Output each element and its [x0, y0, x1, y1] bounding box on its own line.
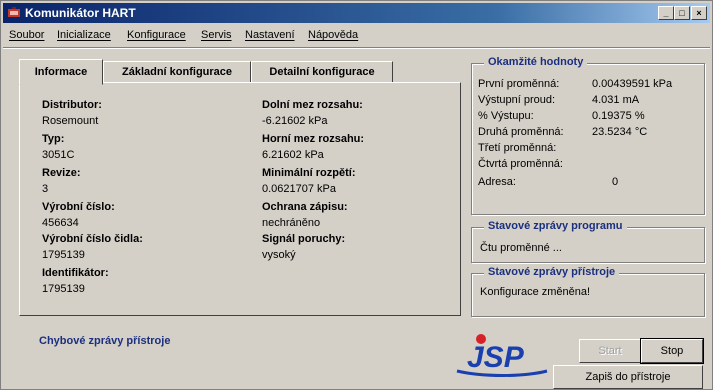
menu-soubor[interactable]: Soubor: [9, 25, 44, 45]
revize-label: Revize:: [42, 167, 81, 179]
main-window: Komunikátor HART _ □ × Soubor Inicializa…: [0, 0, 713, 390]
info-panel: Distributor: Rosemount Typ: 3051C Revize…: [19, 82, 461, 316]
okamzite-hodnoty-title: Okamžité hodnoty: [484, 56, 588, 68]
typ-label: Typ:: [42, 133, 65, 145]
identifikator-value: 1795139: [42, 283, 85, 295]
dolni-mez-label: Dolní mez rozsahu:: [262, 99, 363, 111]
menu-servis[interactable]: Servis: [201, 25, 232, 45]
stavove-zpravy-pristroje-text: Konfigurace změněna!: [480, 286, 591, 298]
stavove-zpravy-programu-title: Stavové zprávy programu: [484, 220, 627, 232]
treti-promenna-label: Třetí proměnná:: [478, 142, 557, 154]
prvni-promenna-value: 0.00439591 kPa: [592, 78, 673, 90]
signal-poruchy-value: vysoký: [262, 249, 296, 261]
dolni-mez-value: -6.21602 kPa: [262, 115, 328, 127]
stavove-zpravy-pristroje-title: Stavové zprávy přístroje: [484, 266, 620, 278]
chybove-zpravy-pristroje: Chybové zprávy přístroje: [39, 335, 171, 347]
menu-inicializace[interactable]: Inicializace: [57, 25, 111, 45]
maximize-button[interactable]: □: [674, 6, 690, 20]
tab-detailni-konfigurace[interactable]: Detailní konfigurace: [251, 61, 393, 83]
procento-vystupu-label: % Výstupu:: [478, 110, 534, 122]
ochrana-zapisu-value: nechráněno: [262, 217, 321, 229]
typ-value: 3051C: [42, 149, 75, 161]
tab-informace[interactable]: Informace: [19, 59, 103, 85]
adresa-label: Adresa:: [478, 176, 516, 188]
min-rozpeti-label: Minimální rozpětí:: [262, 167, 356, 179]
vyrobni-cislo-label: Výrobní číslo:: [42, 201, 115, 213]
start-button[interactable]: Start: [579, 339, 641, 363]
jsp-logo-text: JSP: [467, 341, 525, 374]
horni-mez-label: Horní mez rozsahu:: [262, 133, 365, 145]
app-icon: [8, 7, 20, 17]
revize-value: 3: [42, 183, 49, 195]
ochrana-zapisu-label: Ochrana zápisu:: [262, 201, 348, 213]
menu-separator: [3, 47, 710, 49]
stop-button[interactable]: Stop: [640, 338, 704, 364]
close-button[interactable]: ×: [691, 6, 707, 20]
distributor-label: Distributor:: [42, 99, 102, 111]
stavove-zpravy-programu-text: Čtu proměnné ...: [480, 242, 562, 254]
signal-poruchy-label: Signál poruchy:: [262, 233, 346, 245]
menu-nastaveni[interactable]: Nastavení: [245, 25, 295, 45]
menu-konfigurace[interactable]: Konfigurace: [127, 25, 186, 45]
prvni-promenna-label: První proměnná:: [478, 78, 560, 90]
write-to-device-button[interactable]: Zapiš do přístroje: [553, 365, 703, 389]
window-title: Komunikátor HART: [25, 6, 136, 20]
horni-mez-value: 6.21602 kPa: [262, 149, 324, 161]
minimize-button[interactable]: _: [658, 6, 674, 20]
vyrobni-cislo-cidla-label: Výrobní číslo čidla:: [42, 233, 143, 245]
vystupni-proud-value: 4.031 mA: [592, 94, 640, 106]
min-rozpeti-value: 0.0621707 kPa: [262, 183, 337, 195]
druha-promenna-value: 23.5234 °C: [592, 126, 648, 138]
vystupni-proud-label: Výstupní proud:: [478, 94, 556, 106]
tab-zakladni-konfigurace[interactable]: Základní konfigurace: [103, 61, 251, 83]
menu-bar: Soubor Inicializace Konfigurace Servis N…: [3, 25, 710, 45]
okamzite-hodnoty-group: Okamžité hodnoty První proměnná: 0.00439…: [471, 56, 705, 215]
ctvrta-promenna-label: Čtvrtá proměnná:: [478, 158, 563, 170]
menu-napoveda[interactable]: Nápověda: [308, 25, 358, 45]
vyrobni-cislo-value: 456634: [42, 217, 79, 229]
vyrobni-cislo-cidla-value: 1795139: [42, 249, 85, 261]
procento-vystupu-value: 0.19375 %: [592, 110, 645, 122]
jsp-logo: JSP: [456, 334, 548, 377]
identifikator-label: Identifikátor:: [42, 267, 109, 279]
druha-promenna-label: Druhá proměnná:: [478, 126, 564, 138]
title-bar[interactable]: Komunikátor HART _ □ ×: [3, 3, 710, 23]
distributor-value: Rosemount: [42, 115, 99, 127]
adresa-value: 0: [612, 176, 619, 188]
stavove-zpravy-programu-group: Stavové zprávy programu Čtu proměnné ...: [471, 220, 705, 263]
stavove-zpravy-pristroje-group: Stavové zprávy přístroje Konfigurace změ…: [471, 266, 705, 317]
